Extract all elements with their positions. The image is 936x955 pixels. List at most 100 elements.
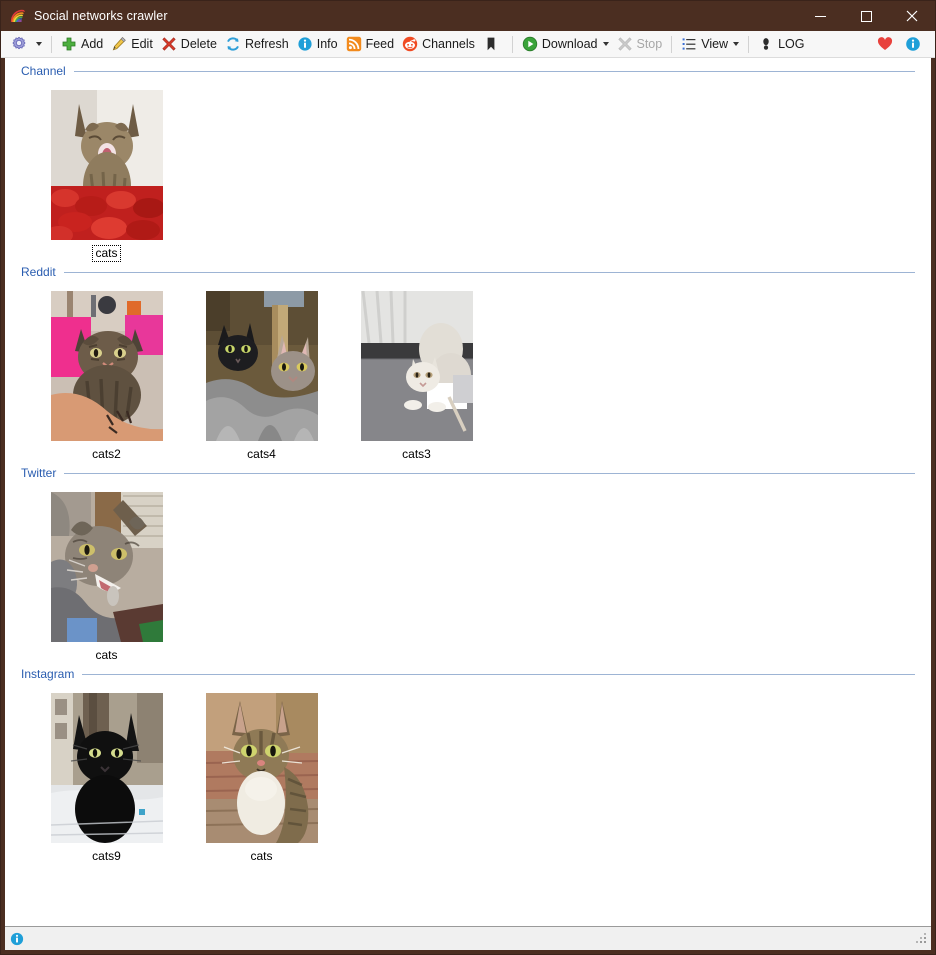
log-button[interactable]: LOG (754, 33, 808, 56)
settings-menu-button[interactable] (7, 33, 46, 56)
rainbow-icon (10, 8, 26, 24)
group-items: cats9 cats (5, 683, 931, 866)
channels-button[interactable]: Channels (398, 33, 479, 56)
pencil-icon (111, 36, 127, 52)
add-button-label: Add (81, 37, 104, 51)
list-item-label[interactable]: cats9 (90, 849, 123, 864)
channels-button-label: Channels (422, 37, 475, 51)
group-instagram: Instagram cats9 cats (5, 665, 931, 866)
list-item-label[interactable]: cats (93, 648, 119, 663)
list-item[interactable]: cats2 (29, 281, 184, 464)
toolbar-separator (51, 35, 52, 53)
group-items: cats (5, 482, 931, 665)
info-button[interactable]: Info (293, 33, 342, 56)
group-rule (82, 673, 915, 675)
delete-button-label: Delete (180, 37, 217, 51)
window-title: Social networks crawler (34, 9, 168, 23)
bookmark-button[interactable] (479, 33, 507, 56)
list-item-label[interactable]: cats3 (400, 447, 433, 462)
info-icon (297, 36, 313, 52)
chevron-down-icon (733, 42, 740, 46)
list-item-label[interactable]: cats4 (245, 447, 278, 462)
heart-icon (877, 36, 893, 52)
download-button[interactable]: Download (518, 33, 613, 56)
chevron-down-icon (36, 42, 42, 46)
edit-button-label: Edit (131, 37, 153, 51)
toolbar-separator (748, 35, 750, 53)
edit-button[interactable]: Edit (107, 33, 157, 56)
close-button[interactable] (889, 1, 935, 31)
toolbar: Add Edit Delete Refresh Info Feed Channe… (1, 31, 935, 58)
feed-button-label: Feed (365, 37, 395, 51)
info-button-label: Info (316, 37, 338, 51)
list-item[interactable]: cats (184, 683, 339, 866)
window-controls (797, 1, 935, 31)
list-item[interactable]: cats (29, 482, 184, 665)
group-header: Instagram (5, 665, 931, 683)
list-item[interactable]: cats9 (29, 683, 184, 866)
group-rule (73, 70, 915, 72)
stop-x-icon (617, 36, 633, 52)
list-item-label[interactable]: cats (92, 245, 121, 262)
info-icon (10, 932, 24, 946)
toolbar-separator (511, 35, 513, 53)
status-bar (5, 926, 931, 950)
group-channel: Channel cats (5, 62, 931, 263)
list-item[interactable]: cats3 (339, 281, 494, 464)
play-icon (522, 36, 538, 52)
thumbnail-cat-tabby-pink-bed-tattoo[interactable] (50, 291, 163, 441)
channels-list-area[interactable]: Channel cats Reddit cats2 cats4 cats3 Tw… (1, 58, 935, 926)
thumbnail-cat-tabby-brick-wall[interactable] (205, 693, 318, 843)
refresh-button[interactable]: Refresh (221, 33, 293, 56)
group-header: Twitter (5, 464, 931, 482)
thumbnail-cat-white-stretching-floor[interactable] (360, 291, 473, 441)
view-button-label: View (701, 37, 729, 51)
group-header: Channel (5, 62, 931, 80)
thumbnail-cat-black-and-grey-blanket[interactable] (205, 291, 318, 441)
application-window: Social networks crawler Add Edit Delete … (0, 0, 936, 955)
thumbnail-cat-black-snow-outdoor[interactable] (50, 693, 163, 843)
bookmark-icon (483, 36, 499, 52)
donate-button[interactable] (873, 33, 901, 56)
stop-button-label: Stop (636, 37, 663, 51)
feed-button[interactable]: Feed (342, 33, 399, 56)
group-header: Reddit (5, 263, 931, 281)
plus-icon (61, 36, 77, 52)
gear-icon (11, 36, 27, 52)
view-button[interactable]: View (677, 33, 743, 56)
group-twitter: Twitter cats (5, 464, 931, 665)
title-bar: Social networks crawler (1, 1, 935, 31)
add-button[interactable]: Add (57, 33, 107, 56)
refresh-icon (225, 36, 241, 52)
reddit-icon (402, 36, 418, 52)
list-icon (681, 36, 697, 52)
info-icon (905, 36, 921, 52)
group-rule (63, 271, 915, 273)
group-items: cats2 cats4 cats3 (5, 281, 931, 464)
rss-icon (346, 36, 362, 52)
about-button[interactable] (901, 33, 929, 56)
refresh-button-label: Refresh (244, 37, 289, 51)
list-item[interactable]: cats4 (184, 281, 339, 464)
thumbnail-cat-tabby-yawning-held[interactable] (50, 492, 163, 642)
stop-button[interactable]: Stop (613, 33, 667, 56)
maximize-button[interactable] (843, 1, 889, 31)
resize-grip[interactable] (915, 932, 928, 945)
download-button-label: Download (541, 37, 598, 51)
red-x-icon (161, 36, 177, 52)
log-button-label: LOG (778, 37, 805, 51)
toolbar-separator (671, 35, 673, 53)
list-item[interactable]: cats (29, 80, 184, 263)
delete-button[interactable]: Delete (157, 33, 221, 56)
list-item-label[interactable]: cats2 (90, 447, 123, 462)
group-rule (64, 472, 915, 474)
group-items: cats (5, 80, 931, 263)
list-item-label[interactable]: cats (248, 849, 274, 864)
footprint-icon (758, 36, 774, 52)
group-title: Twitter (21, 466, 57, 480)
thumbnail-cat-tabby-red-petals[interactable] (50, 90, 163, 240)
chevron-down-icon (602, 42, 609, 46)
minimize-button[interactable] (797, 1, 843, 31)
group-title: Instagram (21, 667, 75, 681)
group-reddit: Reddit cats2 cats4 cats3 (5, 263, 931, 464)
